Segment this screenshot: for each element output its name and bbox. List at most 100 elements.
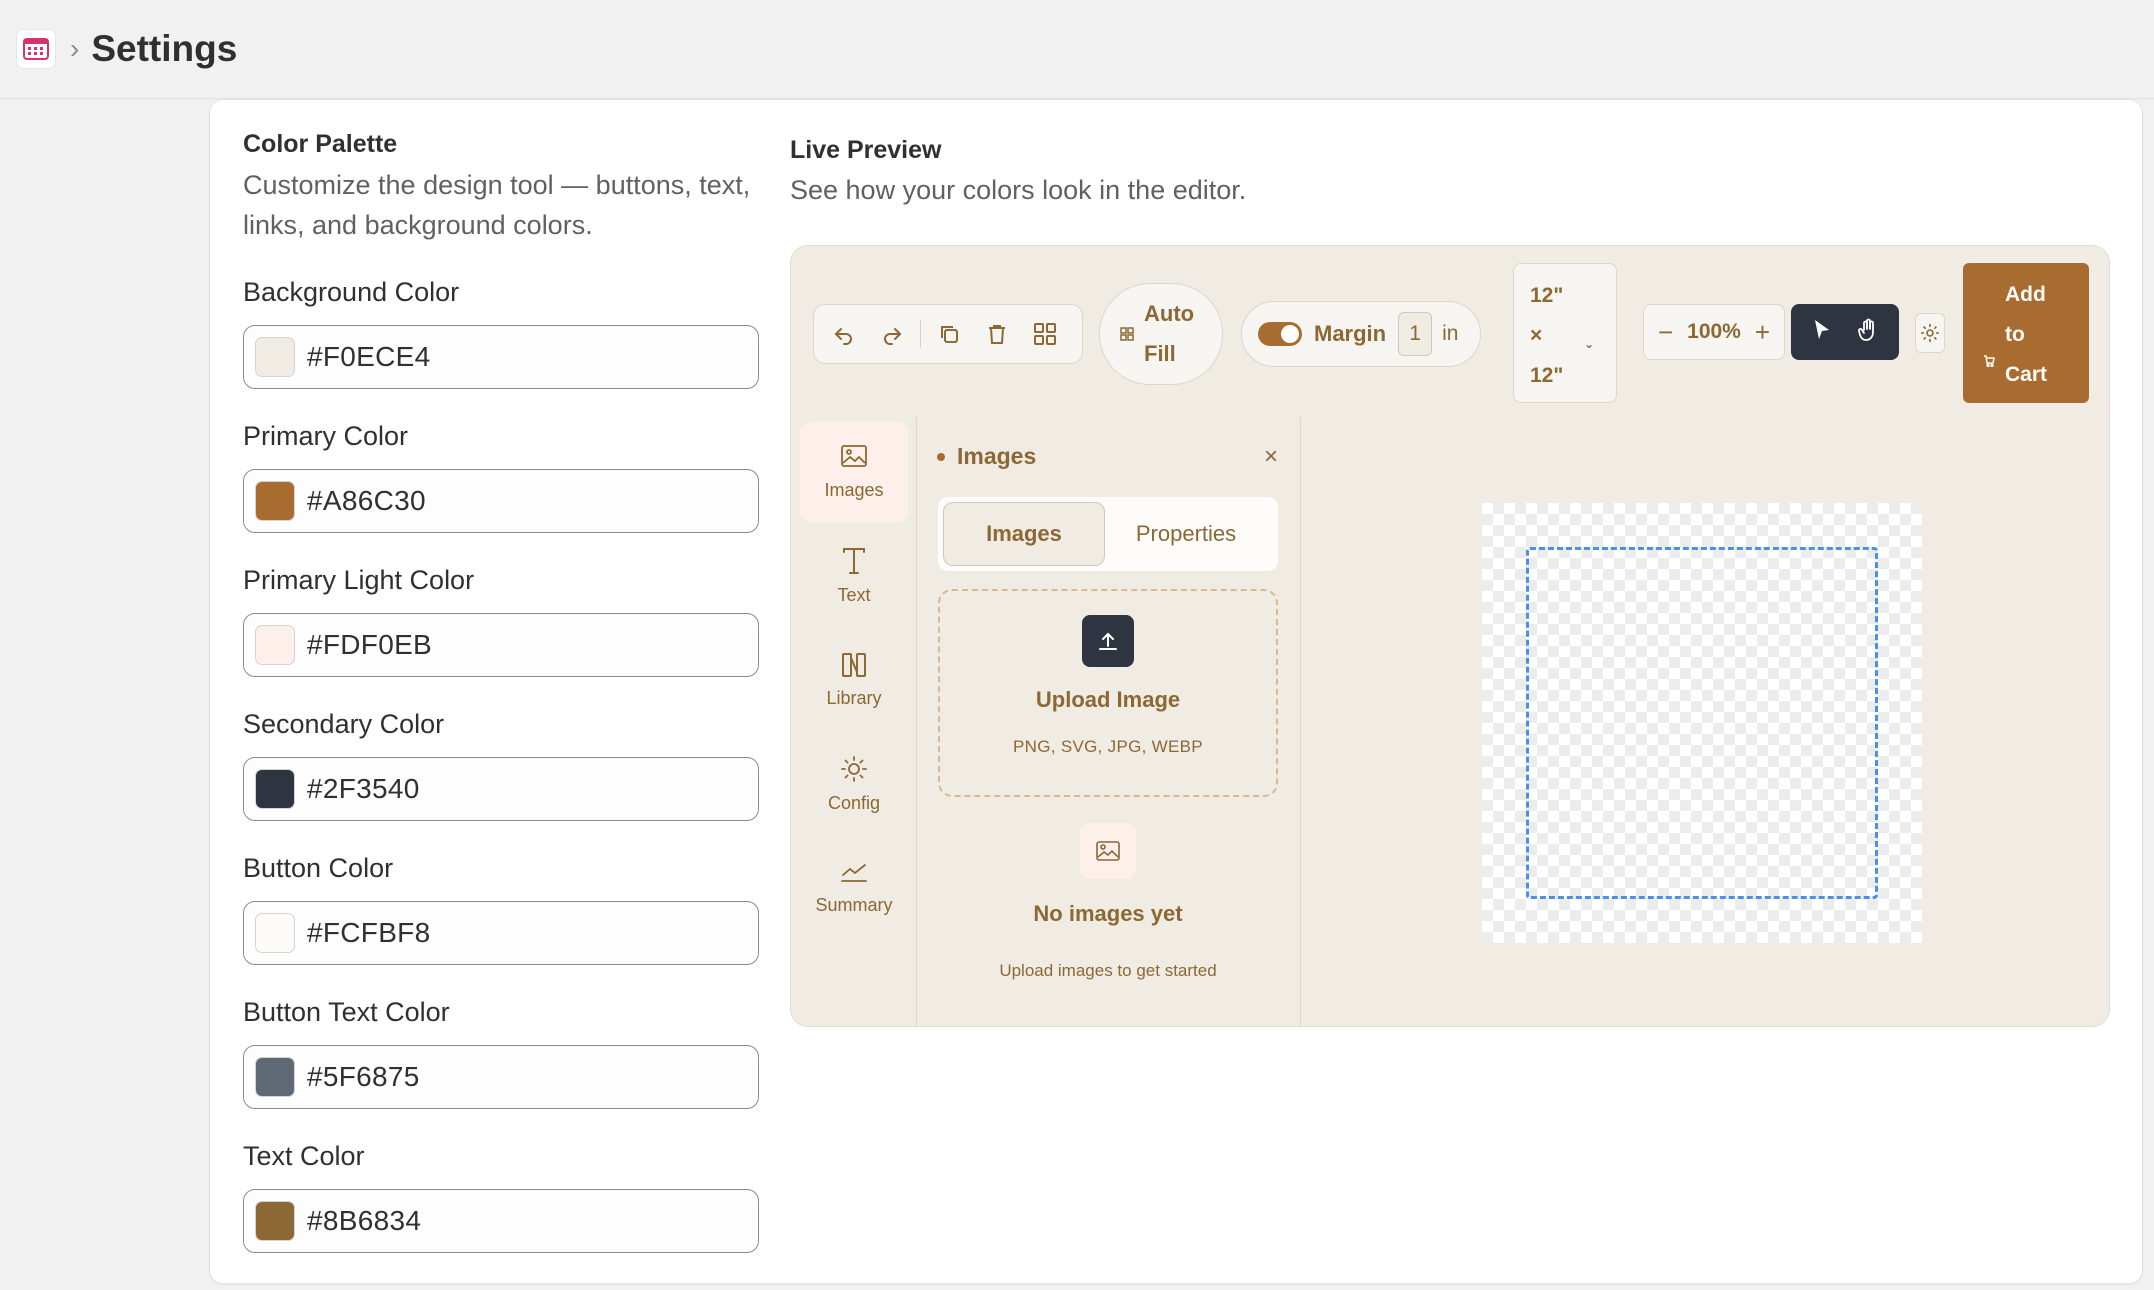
upload-hint: PNG, SVG, JPG, WEBP [1013, 737, 1203, 756]
color-swatch[interactable] [255, 913, 295, 953]
add-to-cart-label-1: Add [2005, 283, 2046, 306]
auto-fill-button[interactable]: Auto Fill [1099, 283, 1223, 385]
undo-icon[interactable] [820, 310, 868, 358]
color-input[interactable]: #5F6875 [243, 1045, 759, 1109]
zoom-control: − 100% + [1643, 304, 1785, 360]
chevron-down-icon: ⌄ [1583, 337, 1594, 351]
color-swatch[interactable] [255, 481, 295, 521]
size-select[interactable]: 12" × 12" ⌄ [1513, 263, 1617, 403]
color-hex-value[interactable]: #FDF0EB [307, 629, 432, 661]
grid-icon[interactable] [1021, 310, 1069, 358]
color-swatch[interactable] [255, 337, 295, 377]
color-swatch[interactable] [255, 1057, 295, 1097]
color-hex-value[interactable]: #F0ECE4 [307, 341, 431, 373]
color-swatch[interactable] [255, 1201, 295, 1241]
settings-gear-icon[interactable] [1915, 313, 1945, 353]
redo-icon[interactable] [868, 310, 916, 358]
color-field-label: Secondary Color [243, 709, 445, 739]
auto-fill-label-2: Fill [1144, 341, 1176, 366]
editor-preview: Auto Fill Margin 1 in 12" × 12" ⌄ − 100%… [790, 245, 2110, 1027]
nav-item-images[interactable]: Images [800, 422, 908, 522]
hand-icon[interactable] [1857, 318, 1879, 347]
nav-label: Text [837, 584, 871, 605]
image-placeholder-icon [1080, 823, 1136, 879]
zoom-in-button[interactable]: + [1755, 317, 1770, 348]
color-hex-value[interactable]: #5F6875 [307, 1061, 420, 1093]
color-hex-value[interactable]: #FCFBF8 [307, 917, 430, 949]
nav-item-text[interactable]: Text [800, 526, 908, 626]
color-hex-value[interactable]: #A86C30 [307, 485, 426, 517]
panel-title: Images [937, 443, 1036, 470]
color-field: Text Color #8B6834 [243, 1141, 759, 1253]
trash-icon[interactable] [973, 310, 1021, 358]
color-input[interactable]: #A86C30 [243, 469, 759, 533]
color-swatch[interactable] [255, 625, 295, 665]
upload-title: Upload Image [1035, 687, 1181, 712]
add-to-cart-button[interactable]: Add to Cart [1963, 263, 2089, 403]
toolbar-divider [920, 320, 921, 348]
tab-images[interactable]: Images [943, 502, 1105, 566]
margin-toggle[interactable] [1258, 322, 1302, 346]
tab-properties[interactable]: Properties [1105, 502, 1267, 566]
edit-actions-group [813, 304, 1083, 364]
color-swatch[interactable] [255, 769, 295, 809]
empty-hint: Upload images to get started [999, 961, 1217, 980]
color-field-label: Primary Light Color [243, 565, 475, 595]
preview-description: See how your colors look in the editor. [790, 175, 1247, 205]
margin-input[interactable]: 1 [1398, 312, 1433, 356]
design-canvas[interactable] [1482, 503, 1922, 943]
color-field: Button Text Color #5F6875 [243, 997, 759, 1109]
cart-icon [1983, 341, 1995, 381]
panel-dot [937, 452, 945, 461]
pointer-icon[interactable] [1811, 318, 1833, 347]
color-input[interactable]: #FDF0EB [243, 613, 759, 677]
color-field: Primary Light Color #FDF0EB [243, 565, 759, 677]
size-height: 12" [1530, 364, 1564, 387]
color-field: Background Color #F0ECE4 [243, 277, 759, 389]
tool-mode-group [1791, 304, 1899, 360]
upload-icon [1082, 615, 1134, 667]
images-panel: Images × Images Properties Upload Image … [917, 417, 1301, 1026]
breadcrumb-separator: › [70, 33, 80, 64]
color-field-label: Button Text Color [243, 997, 450, 1027]
live-preview-section: Live Preview See how your colors look in… [790, 136, 2120, 206]
image-icon [841, 444, 867, 467]
page-header: › Settings [0, 0, 2154, 99]
safe-area-outline [1526, 547, 1878, 899]
nav-label: Summary [815, 894, 893, 915]
text-icon [843, 547, 865, 574]
nav-label: Images [824, 479, 884, 500]
sun-icon [841, 755, 867, 782]
add-to-cart-label-3: Cart [2005, 363, 2048, 386]
nav-item-config[interactable]: Config [800, 734, 908, 834]
zoom-out-button[interactable]: − [1658, 317, 1673, 348]
margin-unit: in [1442, 322, 1459, 345]
close-icon[interactable]: × [1264, 443, 1278, 471]
upload-dropzone[interactable]: Upload Image PNG, SVG, JPG, WEBP [938, 589, 1278, 797]
auto-fill-icon [1120, 327, 1134, 341]
color-field: Button Color #FCFBF8 [243, 853, 759, 965]
color-hex-value[interactable]: #8B6834 [307, 1205, 421, 1237]
color-input[interactable]: #FCFBF8 [243, 901, 759, 965]
color-input[interactable]: #F0ECE4 [243, 325, 759, 389]
color-input[interactable]: #2F3540 [243, 757, 759, 821]
nav-item-library[interactable]: Library [800, 630, 908, 730]
margin-control: Margin 1 in [1241, 301, 1481, 367]
color-input[interactable]: #8B6834 [243, 1189, 759, 1253]
color-hex-value[interactable]: #2F3540 [307, 773, 420, 805]
section-title: Color Palette [243, 130, 398, 158]
color-field-label: Background Color [243, 277, 460, 307]
color-field-label: Button Color [243, 853, 394, 883]
color-field: Secondary Color #2F3540 [243, 709, 759, 821]
color-field-label: Primary Color [243, 421, 409, 451]
panel-tabs: Images Properties [938, 497, 1278, 571]
panel-title-text: Images [957, 443, 1037, 469]
nav-item-summary[interactable]: Summary [800, 838, 908, 938]
margin-label: Margin [1314, 321, 1387, 346]
zoom-level: 100% [1687, 320, 1741, 343]
color-field: Primary Color #A86C30 [243, 421, 759, 533]
size-width: 12" [1530, 284, 1564, 307]
section-description: Customize the design tool — buttons, tex… [243, 170, 751, 240]
app-grid-icon[interactable] [16, 29, 56, 69]
duplicate-icon[interactable] [925, 310, 973, 358]
